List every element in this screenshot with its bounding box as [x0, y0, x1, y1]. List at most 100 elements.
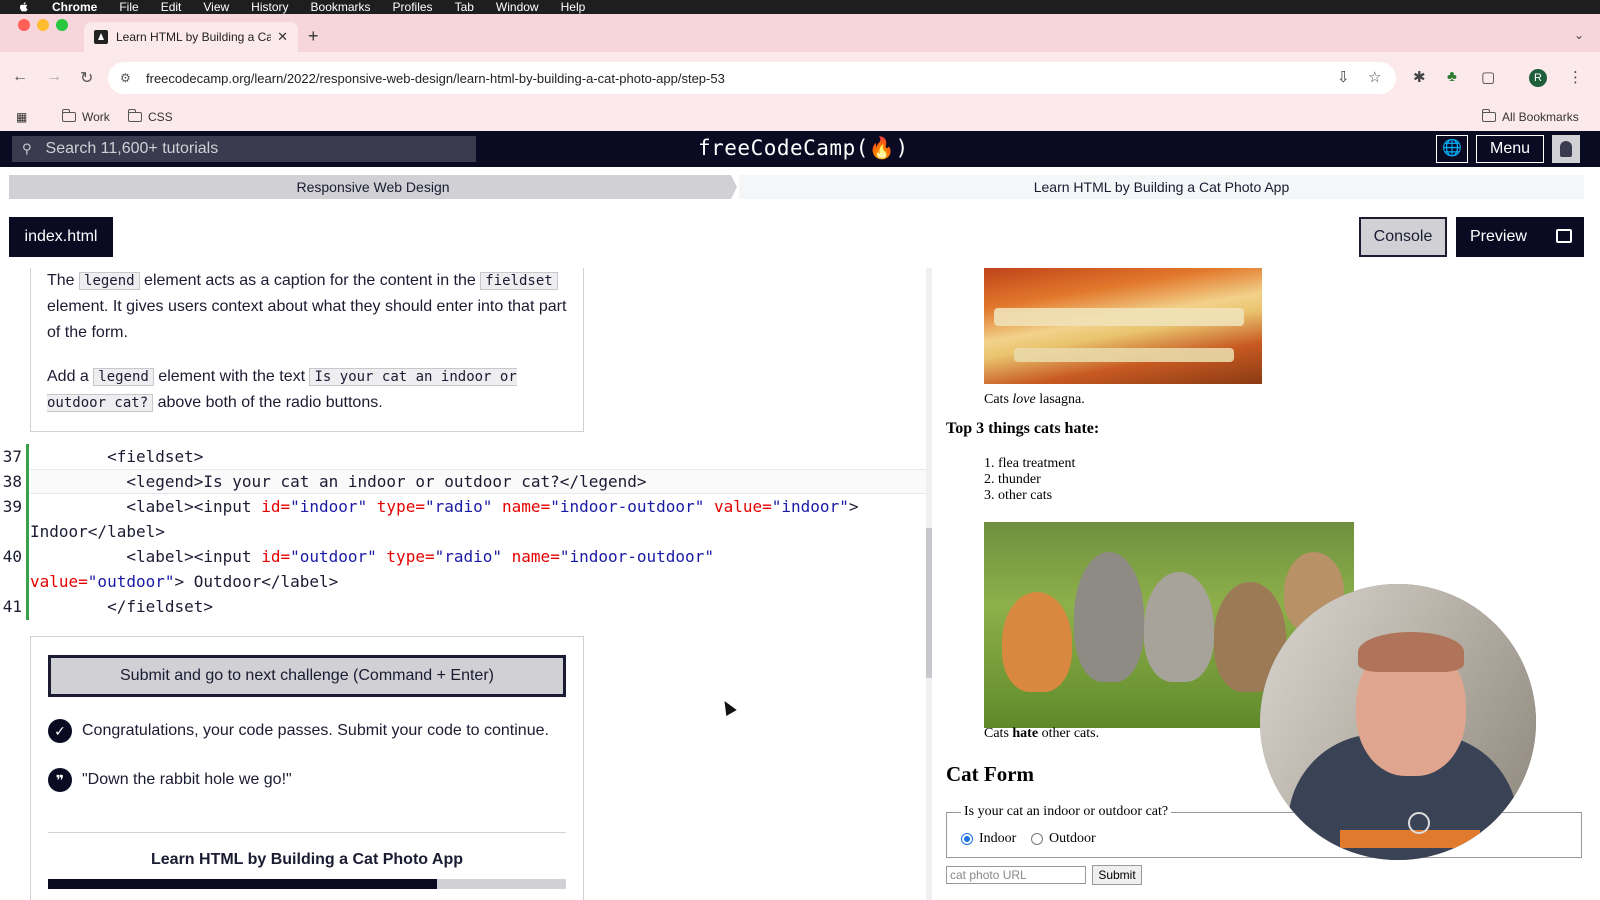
action-panel: Submit and go to next challenge (Command… — [30, 636, 584, 900]
line-number: 40 — [2, 547, 22, 566]
tab-search-chevron-icon[interactable]: ⌄ — [1574, 28, 1584, 42]
instructions-paragraph: The legend element acts as a caption for… — [47, 268, 567, 346]
back-arrow-icon[interactable]: ← — [12, 68, 28, 86]
extension-tree-icon[interactable]: ♣ — [1447, 68, 1457, 85]
menu-history[interactable]: History — [251, 0, 288, 14]
menu-edit[interactable]: Edit — [161, 0, 182, 14]
code-text: <legend>Is your cat an indoor or outdoor… — [30, 469, 647, 494]
tab-close-icon[interactable]: ✕ — [277, 29, 288, 45]
microphone-icon — [1408, 812, 1430, 834]
menu-file[interactable]: File — [119, 0, 138, 14]
site-settings-icon[interactable]: ⚙ — [120, 71, 134, 85]
list-item-text: thunder — [998, 472, 1041, 487]
new-tab-icon[interactable]: + — [308, 26, 319, 47]
fcc-search-input[interactable]: ⚲ Search 11,600+ tutorials — [12, 136, 476, 162]
code-token: "indoor" — [771, 497, 849, 516]
cat-photo-url-input[interactable]: cat photo URL — [946, 866, 1086, 884]
breadcrumb: Responsive Web Design Learn HTML by Buil… — [9, 175, 1584, 199]
code-token: "indoor" — [290, 497, 377, 516]
code-text: <label><input id="outdoor" type="radio" … — [30, 544, 714, 569]
course-title: Learn HTML by Building a Cat Photo App — [151, 851, 463, 868]
folder-icon — [1481, 109, 1496, 122]
menu-bookmarks[interactable]: Bookmarks — [311, 0, 371, 14]
menu-profiles[interactable]: Profiles — [393, 0, 433, 14]
hoodie-stripe — [1340, 830, 1480, 848]
fcc-menu-button[interactable]: Menu — [1476, 135, 1544, 163]
line-number: 39 — [2, 497, 22, 516]
preview-submit-button[interactable]: Submit — [1092, 865, 1142, 885]
code-text: value="outdoor"> Outdoor</label> — [30, 569, 338, 594]
bookmark-folder-work[interactable]: Work — [61, 109, 110, 124]
preview-legend: Is your cat an indoor or outdoor cat? — [961, 804, 1172, 820]
all-bookmarks-folder[interactable]: All Bookmarks — [1481, 109, 1579, 124]
menu-tab[interactable]: Tab — [455, 0, 474, 14]
code-token: <fieldset> — [107, 447, 204, 466]
webcam-overlay — [1260, 584, 1536, 860]
fcc-logo[interactable]: freeCodeCamp(🔥) — [698, 136, 909, 161]
apple-icon[interactable] — [18, 1, 30, 13]
radio-circle-checked[interactable] — [961, 833, 973, 845]
lasagna-caption: Cats love lasagna. — [984, 392, 1085, 408]
popout-window-icon[interactable] — [1556, 229, 1572, 243]
code-token: id= — [261, 497, 291, 516]
bookmark-star-icon[interactable]: ☆ — [1368, 68, 1381, 86]
checkmark-icon: ✓ — [48, 719, 72, 743]
preview-button[interactable]: Preview — [1456, 217, 1584, 257]
menu-help[interactable]: Help — [561, 0, 586, 14]
code-token: "outdoor" — [290, 547, 387, 566]
address-bar[interactable]: ⚙ freecodecamp.org/learn/2022/responsive… — [108, 62, 1396, 94]
kittens-caption: Cats hate other cats. — [984, 726, 1099, 742]
extension-bug-icon[interactable]: ✱ — [1413, 68, 1426, 86]
window-close-button[interactable] — [18, 19, 30, 31]
reload-icon[interactable]: ↻ — [80, 68, 93, 88]
radio-circle[interactable] — [1031, 833, 1043, 845]
menu-window[interactable]: Window — [496, 0, 539, 14]
scrollbar-thumb[interactable] — [926, 528, 932, 678]
breadcrumb-superblock[interactable]: Responsive Web Design — [9, 175, 737, 199]
console-button[interactable]: Console — [1359, 217, 1447, 257]
install-app-icon[interactable]: ⇩ — [1337, 68, 1350, 86]
quote-message: ❞ "Down the rabbit hole we go!" — [48, 768, 292, 792]
file-tab-index-html[interactable]: index.html — [9, 217, 113, 257]
editor-scrollbar[interactable] — [926, 268, 932, 900]
hate-list: 1. flea treatment 2. thunder 3. other ca… — [984, 456, 1075, 504]
menu-app-name[interactable]: Chrome — [52, 0, 97, 14]
user-avatar-icon[interactable] — [1552, 135, 1580, 163]
code-token: </fieldset> — [107, 597, 214, 616]
line-number: 41 — [2, 597, 22, 616]
browser-tab-active[interactable]: Learn HTML by Building a Cat ✕ — [84, 22, 298, 52]
text: lasagna. — [1035, 392, 1085, 407]
radio-indoor[interactable]: Indoor — [961, 831, 1016, 847]
text: The — [47, 272, 80, 289]
menu-view[interactable]: View — [203, 0, 229, 14]
submit-challenge-button[interactable]: Submit and go to next challenge (Command… — [48, 655, 566, 697]
window-minimize-button[interactable] — [37, 19, 49, 31]
fcc-favicon-icon — [94, 30, 108, 44]
line-number: 37 — [2, 447, 22, 466]
radio-label: Indoor — [979, 831, 1017, 846]
list-item-text: other cats — [998, 488, 1053, 503]
forward-arrow-icon[interactable]: → — [46, 68, 62, 86]
code-token: <legend>Is your cat an indoor or outdoor… — [126, 472, 647, 491]
extensions-puzzle-icon[interactable]: ▢ — [1481, 68, 1495, 86]
browser-menu-icon[interactable]: ⋮ — [1568, 68, 1583, 86]
text: above both of the radio buttons. — [153, 394, 383, 411]
breadcrumb-block[interactable]: Learn HTML by Building a Cat Photo App — [739, 175, 1584, 199]
apps-grid-icon[interactable]: ▦ — [16, 110, 27, 124]
window-zoom-button[interactable] — [56, 19, 68, 31]
folder-icon — [127, 109, 142, 122]
radio-outdoor[interactable]: Outdoor — [1031, 831, 1096, 847]
code-token: > — [848, 497, 859, 516]
kitten-shape — [1144, 572, 1214, 682]
code-token: <label><input — [126, 547, 262, 566]
quote-text: "Down the rabbit hole we go!" — [82, 771, 292, 788]
list-item: 3. other cats — [984, 488, 1053, 503]
all-bookmarks-label: All Bookmarks — [1502, 110, 1579, 124]
profile-avatar[interactable]: R — [1529, 69, 1547, 87]
code-token: type= — [376, 497, 425, 516]
language-globe-icon[interactable]: 🌐 — [1436, 135, 1468, 163]
code-token: name= — [502, 497, 551, 516]
bookmark-folder-css[interactable]: CSS — [127, 109, 173, 124]
bookmarks-bar: ▦ Work CSS All Bookmarks — [0, 102, 1600, 132]
code-editor[interactable]: 37 <fieldset> 38 <legend>Is your cat an i… — [0, 444, 932, 620]
